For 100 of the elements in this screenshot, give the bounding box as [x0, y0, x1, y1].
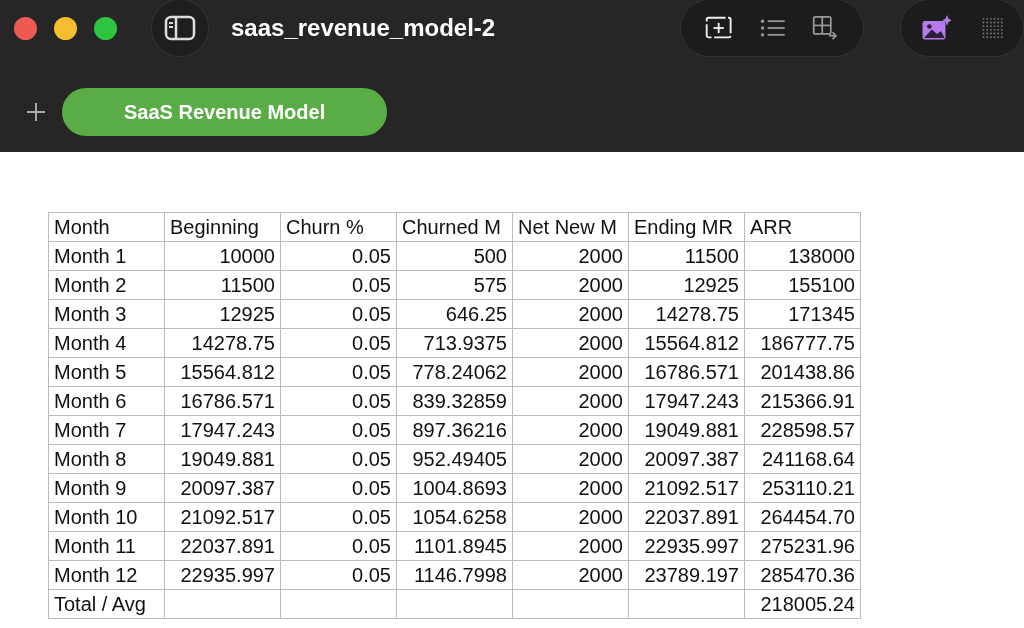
- table-cell: 22037.891: [628, 502, 745, 532]
- table-cell: Month 7: [48, 415, 165, 445]
- table-cell: 2000: [512, 241, 629, 271]
- column-header: Beginning: [164, 212, 281, 242]
- table-cell: 253110.21: [744, 473, 861, 503]
- table-cell: 0.05: [280, 531, 397, 561]
- table-cell: 138000: [744, 241, 861, 271]
- table-cell: 2000: [512, 560, 629, 590]
- table-cell: 0.05: [280, 357, 397, 387]
- table-cell: 11500: [628, 241, 745, 271]
- table-cell: 228598.57: [744, 415, 861, 445]
- table-cell: 839.32859: [396, 386, 513, 416]
- table-cell: 17947.243: [628, 386, 745, 416]
- table-cell: 1004.8693: [396, 473, 513, 503]
- table-cell: Month 4: [48, 328, 165, 358]
- table-cell: 0.05: [280, 299, 397, 329]
- table-cell: Month 12: [48, 560, 165, 590]
- column-header: Churn %: [280, 212, 397, 242]
- table-cell: 0.05: [280, 386, 397, 416]
- table-cell: Month 2: [48, 270, 165, 300]
- table-cell: Month 6: [48, 386, 165, 416]
- table-cell: 285470.36: [744, 560, 861, 590]
- sidebar-icon: [164, 15, 196, 41]
- table-cell: 0.05: [280, 270, 397, 300]
- table-cell: 1054.6258: [396, 502, 513, 532]
- table-cell: 2000: [512, 415, 629, 445]
- zoom-button[interactable]: [94, 16, 117, 40]
- table-cell: 0.05: [280, 415, 397, 445]
- table-cell: 2000: [512, 531, 629, 561]
- table-cell: 215366.91: [744, 386, 861, 416]
- table-cell: 241168.64: [744, 444, 861, 474]
- table-cell: 218005.24: [744, 589, 861, 619]
- table-cell: Total / Avg: [48, 589, 165, 619]
- table-cell: 186777.75: [744, 328, 861, 358]
- table-cell: 10000: [164, 241, 281, 271]
- table-cell: 155100: [744, 270, 861, 300]
- table-cell: Month 5: [48, 357, 165, 387]
- table-cell: 0.05: [280, 444, 397, 474]
- table-cell: Month 8: [48, 444, 165, 474]
- table-cell: 21092.517: [164, 502, 281, 532]
- minimize-button[interactable]: [54, 16, 77, 40]
- table-cell: 12925: [628, 270, 745, 300]
- column-header: Month: [48, 212, 165, 242]
- window-title: saas_revenue_model-2: [231, 14, 497, 42]
- sheet-tab[interactable]: SaaS Revenue Model: [62, 88, 388, 136]
- table-cell: Month 1: [48, 241, 165, 271]
- table-cell: 14278.75: [628, 299, 745, 329]
- column-header: Churned M: [396, 212, 513, 242]
- table-cell: Month 9: [48, 473, 165, 503]
- table-cell: 264454.70: [744, 502, 861, 532]
- table-cell: 20097.387: [628, 444, 745, 474]
- table-cell: 21092.517: [628, 473, 745, 503]
- table-cell: 897.36216: [396, 415, 513, 445]
- table-cell: 2000: [512, 444, 629, 474]
- column-header: Ending MR: [628, 212, 745, 242]
- table-cell: 0.05: [280, 328, 397, 358]
- table-cell: 952.49405: [396, 444, 513, 474]
- table-cell: 0.05: [280, 502, 397, 532]
- table-cell: 15564.812: [164, 357, 281, 387]
- table-cell: 19049.881: [628, 415, 745, 445]
- table-cell: 0.05: [280, 473, 397, 503]
- table-cell: 23789.197: [628, 560, 745, 590]
- table-cell: Month 10: [48, 502, 165, 532]
- table-cell: Month 3: [48, 299, 165, 329]
- table-cell: 1146.7998: [396, 560, 513, 590]
- table-cell: 17947.243: [164, 415, 281, 445]
- table-cell: 11500: [164, 270, 281, 300]
- table-cell: 778.24062: [396, 357, 513, 387]
- table-cell: 713.9375: [396, 328, 513, 358]
- table-cell: Month 11: [48, 531, 165, 561]
- table-cell: 15564.812: [628, 328, 745, 358]
- table-cell: 201438.86: [744, 357, 861, 387]
- table-cell: 14278.75: [164, 328, 281, 358]
- column-header: Net New M: [512, 212, 629, 242]
- table-cell: 646.25: [396, 299, 513, 329]
- table-cell: 2000: [512, 386, 629, 416]
- table-cell: 2000: [512, 473, 629, 503]
- table-cell: 16786.571: [628, 357, 745, 387]
- table-cell: 22037.891: [164, 531, 281, 561]
- table-cell: 2000: [512, 299, 629, 329]
- table-cell: 16786.571: [164, 386, 281, 416]
- table-cell: 1101.8945: [396, 531, 513, 561]
- table-cell: 0.05: [280, 241, 397, 271]
- table-cell: 20097.387: [164, 473, 281, 503]
- table-cell: 22935.997: [628, 531, 745, 561]
- table-cell: 2000: [512, 502, 629, 532]
- table-cell: 575: [396, 270, 513, 300]
- table-cell: 2000: [512, 328, 629, 358]
- table-cell: 275231.96: [744, 531, 861, 561]
- table-cell: 0.05: [280, 560, 397, 590]
- table-cell: 2000: [512, 270, 629, 300]
- table-cell: 2000: [512, 357, 629, 387]
- table-cell: 171345: [744, 299, 861, 329]
- table-cell: 12925: [164, 299, 281, 329]
- close-button[interactable]: [14, 16, 37, 40]
- table-cell: 500: [396, 241, 513, 271]
- column-header: ARR: [744, 212, 861, 242]
- table-cell: 22935.997: [164, 560, 281, 590]
- add-icon[interactable]: [26, 102, 46, 122]
- table-cell: 19049.881: [164, 444, 281, 474]
